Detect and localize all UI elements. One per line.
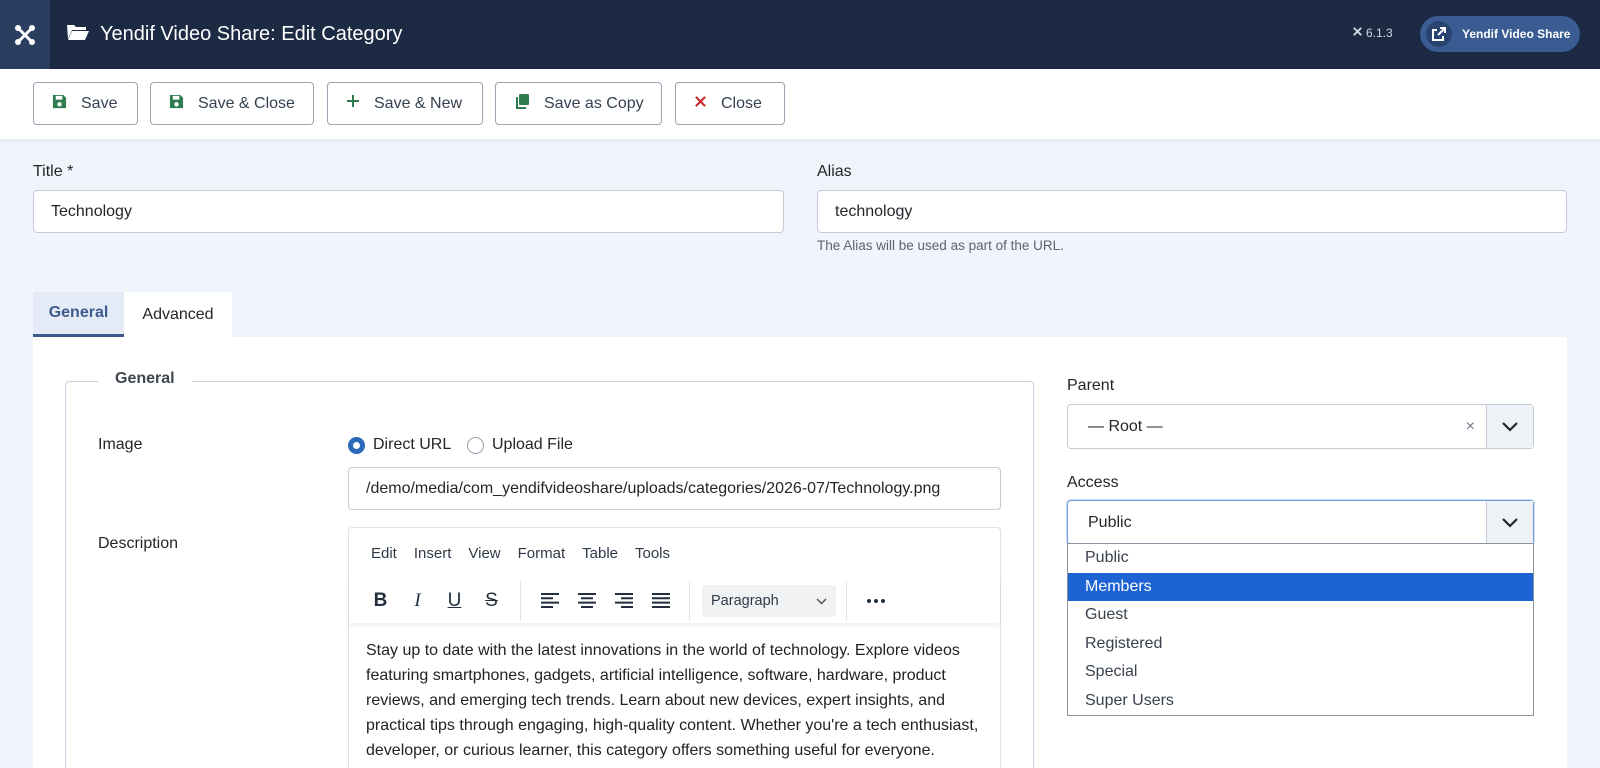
image-url-input[interactable]: /demo/media/com_yendifvideoshare/uploads… xyxy=(348,467,1001,510)
save-new-label: Save & New xyxy=(374,94,463,112)
underline-icon[interactable]: U xyxy=(436,584,473,618)
save-new-button[interactable]: Save & New xyxy=(327,82,483,125)
save-close-label: Save & Close xyxy=(198,94,295,112)
version-badge: 6.1.3 xyxy=(1352,26,1393,40)
chevron-down-icon xyxy=(1486,405,1533,448)
copy-icon xyxy=(514,93,530,114)
page-title: Yendif Video Share: Edit Category xyxy=(66,0,402,69)
menu-format[interactable]: Format xyxy=(518,545,566,562)
editor-toolbar: B I U S Paragraph xyxy=(349,578,1000,623)
toolbar-divider xyxy=(689,580,690,621)
alias-help-text: The Alias will be used as part of the UR… xyxy=(817,238,1064,253)
more-icon[interactable] xyxy=(857,584,894,618)
chevron-down-icon xyxy=(1486,501,1533,544)
align-left-icon[interactable] xyxy=(531,584,568,618)
app-header: Yendif Video Share: Edit Category 6.1.3 … xyxy=(0,0,1600,69)
version-text: 6.1.3 xyxy=(1366,26,1393,40)
parent-label: Parent xyxy=(1067,377,1115,394)
radio-upload-label: Upload File xyxy=(492,436,573,453)
block-format-select[interactable]: Paragraph xyxy=(702,584,836,617)
save-icon xyxy=(169,94,184,114)
save-copy-button[interactable]: Save as Copy xyxy=(495,82,662,125)
tab-general[interactable]: General xyxy=(33,292,124,337)
joomla-logo-icon[interactable] xyxy=(0,0,50,69)
save-label: Save xyxy=(81,94,118,112)
page-title-text: Yendif Video Share: Edit Category xyxy=(100,23,403,45)
strikethrough-icon[interactable]: S xyxy=(473,584,510,618)
rich-text-editor: Edit Insert View Format Table Tools B I … xyxy=(348,527,1001,768)
bold-icon[interactable]: B xyxy=(362,584,399,618)
image-label: Image xyxy=(98,436,143,453)
menu-insert[interactable]: Insert xyxy=(414,545,452,562)
access-option-special[interactable]: Special xyxy=(1068,658,1533,687)
parent-select[interactable]: — Root — × xyxy=(1067,404,1534,449)
close-label: Close xyxy=(721,94,762,112)
save-close-button[interactable]: Save & Close xyxy=(150,82,314,125)
toolbar-divider xyxy=(520,580,521,621)
editor-menubar: Edit Insert View Format Table Tools xyxy=(349,528,687,578)
alias-label: Alias xyxy=(817,163,852,180)
radio-unchecked-icon xyxy=(467,436,484,454)
toolbar-divider xyxy=(846,580,847,621)
italic-icon[interactable]: I xyxy=(399,584,436,618)
radio-direct-label: Direct URL xyxy=(373,436,452,453)
general-legend: General xyxy=(98,370,192,388)
access-option-super-users[interactable]: Super Users xyxy=(1068,687,1533,716)
radio-checked-icon xyxy=(348,436,365,454)
radio-upload-file[interactable]: Upload File xyxy=(467,436,573,454)
access-value: Public xyxy=(1088,513,1132,531)
external-link-icon xyxy=(1426,21,1452,47)
access-label: Access xyxy=(1067,474,1119,491)
alias-input[interactable]: technology xyxy=(817,190,1567,233)
access-option-members[interactable]: Members xyxy=(1068,572,1533,601)
menu-table[interactable]: Table xyxy=(582,545,618,562)
folder-open-icon xyxy=(66,22,90,48)
access-dropdown-list: Public Members Guest Registered Special … xyxy=(1067,543,1534,716)
view-site-button[interactable]: Yendif Video Share xyxy=(1420,16,1580,52)
toolbar: Save Save & Close Save & New Save as Cop… xyxy=(0,69,1600,139)
save-icon xyxy=(52,94,67,114)
editor-content[interactable]: Stay up to date with the latest innovati… xyxy=(366,638,988,763)
block-format-value: Paragraph xyxy=(711,592,779,609)
save-button[interactable]: Save xyxy=(33,82,138,125)
parent-value: — Root — xyxy=(1088,417,1163,435)
radio-direct-url[interactable]: Direct URL xyxy=(348,436,451,454)
access-option-guest[interactable]: Guest xyxy=(1068,601,1533,630)
view-site-label: Yendif Video Share xyxy=(1462,27,1571,41)
menu-view[interactable]: View xyxy=(468,545,500,562)
title-label: Title * xyxy=(33,163,74,180)
description-label: Description xyxy=(98,535,179,552)
clear-icon[interactable]: × xyxy=(1466,418,1475,436)
align-right-icon[interactable] xyxy=(605,584,642,618)
access-option-public[interactable]: Public xyxy=(1068,544,1533,573)
close-icon xyxy=(694,95,707,113)
access-option-registered[interactable]: Registered xyxy=(1068,630,1533,659)
joomla-small-icon xyxy=(1352,26,1363,40)
access-select[interactable]: Public xyxy=(1067,500,1534,545)
title-input[interactable]: Technology xyxy=(33,190,784,233)
chevron-down-icon xyxy=(816,593,827,609)
align-justify-icon[interactable] xyxy=(642,584,679,618)
menu-tools[interactable]: Tools xyxy=(635,545,670,562)
tab-advanced[interactable]: Advanced xyxy=(124,292,232,337)
menu-edit[interactable]: Edit xyxy=(371,545,397,562)
align-center-icon[interactable] xyxy=(568,584,605,618)
save-copy-label: Save as Copy xyxy=(544,94,644,112)
close-button[interactable]: Close xyxy=(675,82,785,125)
plus-icon xyxy=(346,94,360,113)
